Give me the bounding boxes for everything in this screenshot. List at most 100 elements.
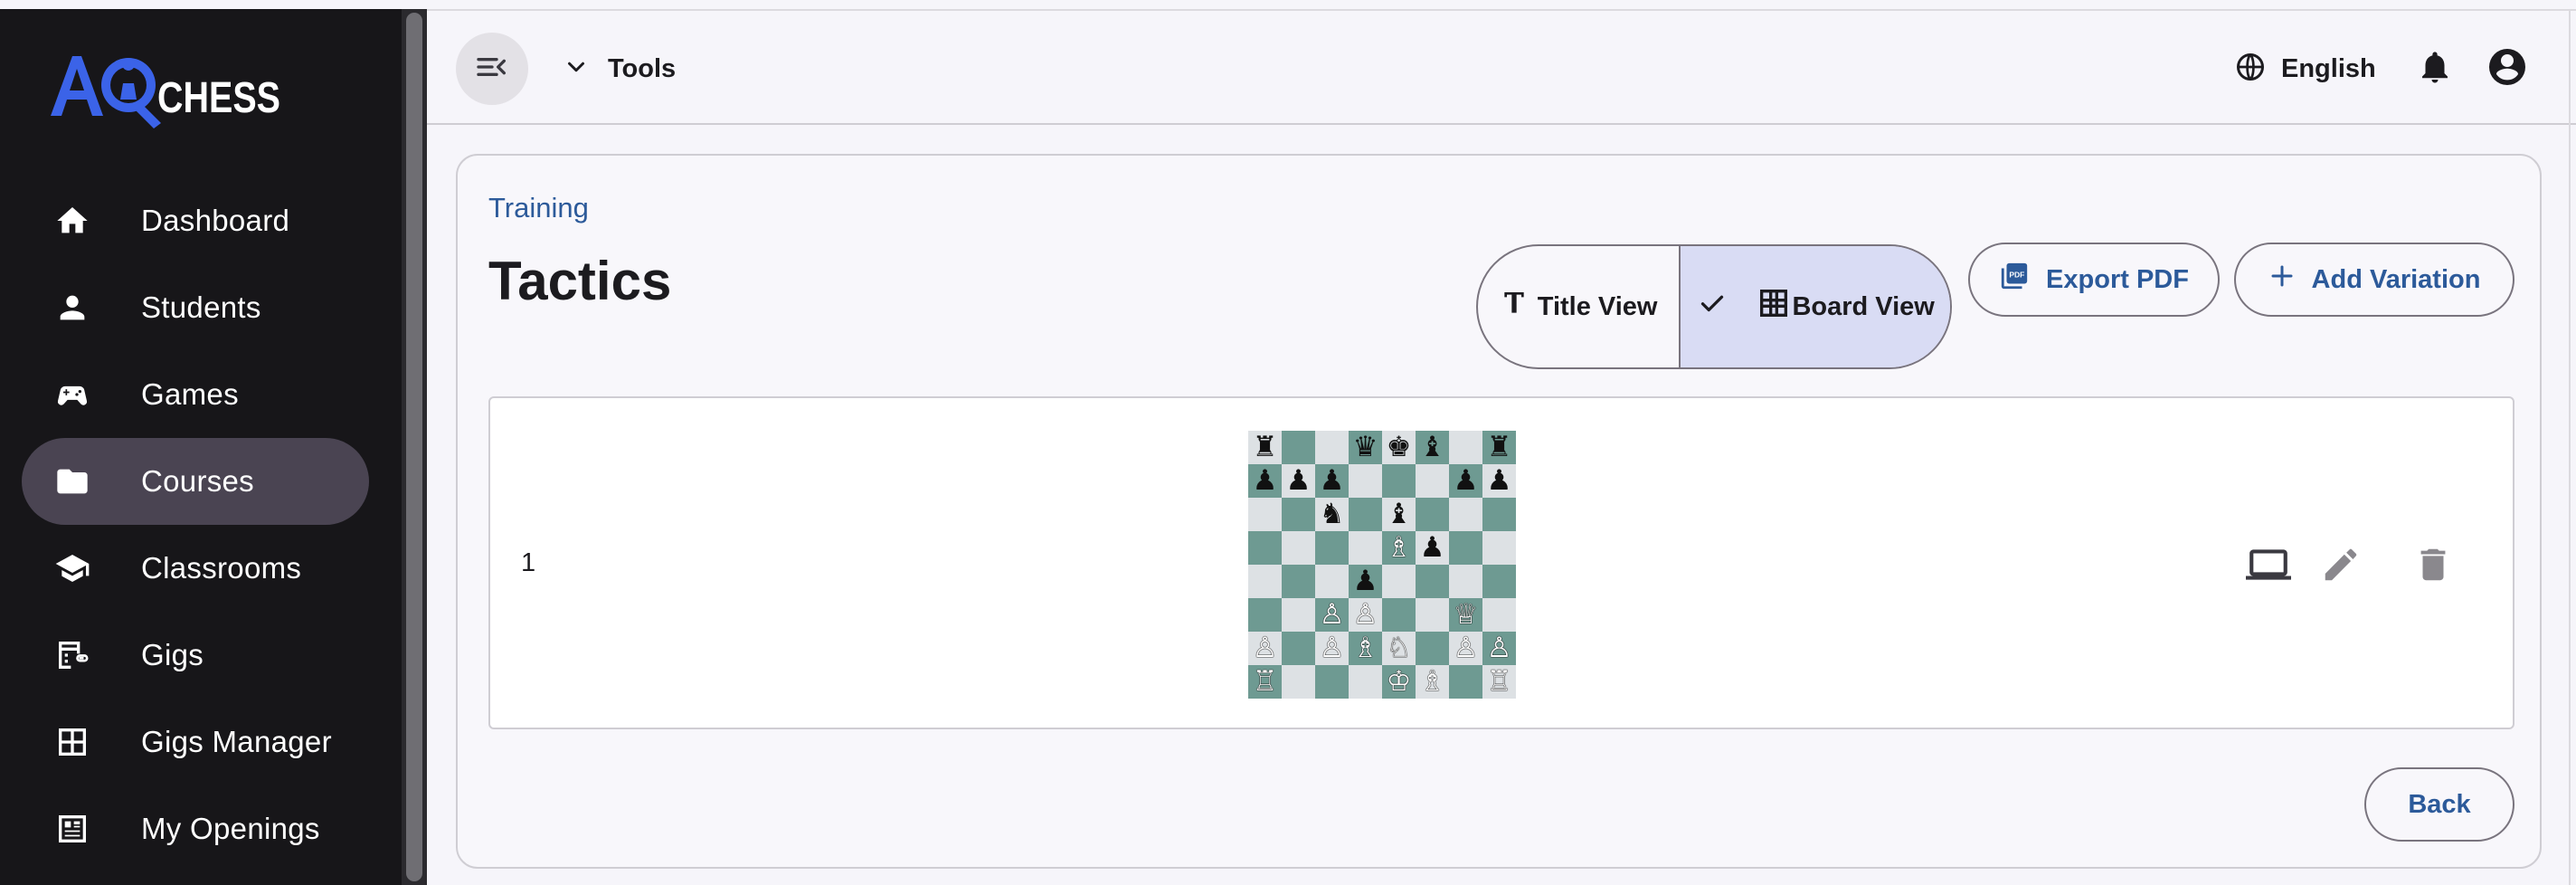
sidebar-item-label: Courses: [141, 464, 254, 498]
board-square[interactable]: [1315, 665, 1349, 699]
board-square[interactable]: [1449, 565, 1482, 598]
board-square[interactable]: ♙: [1449, 632, 1482, 665]
notifications-button[interactable]: [2413, 47, 2457, 90]
edit-button[interactable]: [2317, 543, 2364, 590]
board-square[interactable]: [1282, 565, 1315, 598]
board-square[interactable]: [1449, 498, 1482, 531]
chess-board[interactable]: ♜ ♛ ♚ ♝ ♜ ♟ ♟ ♟ ♟ ♟ ♞ ♝ ♗ ♟ ♟ ♙ ♙ ♕ ♙ ♙ ♗ ♘ ♙ ♙ ♖ ♔ ♗ ♖: [1248, 431, 1516, 699]
title-view-button[interactable]: Title View: [1478, 246, 1679, 367]
board-square[interactable]: ♟: [1349, 565, 1382, 598]
board-square[interactable]: ♙: [1315, 632, 1349, 665]
sidebar-item-label: Games: [141, 377, 239, 411]
board-square[interactable]: ♙: [1248, 632, 1282, 665]
board-square[interactable]: [1449, 531, 1482, 565]
board-square[interactable]: [1416, 598, 1449, 632]
board-square[interactable]: [1282, 431, 1315, 464]
board-square[interactable]: [1416, 498, 1449, 531]
language-selector[interactable]: English: [2234, 42, 2376, 96]
delete-button[interactable]: [2410, 543, 2457, 590]
board-square[interactable]: [1282, 498, 1315, 531]
board-square[interactable]: ♟: [1282, 464, 1315, 498]
board-square[interactable]: [1282, 598, 1315, 632]
board-square[interactable]: [1315, 531, 1349, 565]
board-square[interactable]: ♞: [1315, 498, 1349, 531]
sidebar-item-gigs[interactable]: Gigs: [22, 612, 369, 699]
sidebar-item-games[interactable]: Games: [22, 351, 369, 438]
board-square[interactable]: ♟: [1416, 531, 1449, 565]
board-square[interactable]: [1349, 531, 1382, 565]
board-square[interactable]: ♗: [1416, 665, 1449, 699]
board-square[interactable]: [1449, 665, 1482, 699]
variation-row[interactable]: 1 ♜ ♛ ♚ ♝ ♜ ♟ ♟ ♟ ♟ ♟ ♞ ♝ ♗ ♟ ♟ ♙ ♙ ♕ ♙ ♙ ♗ ♘ ♙ ♙ ♖ ♔ ♗ ♖: [488, 396, 2514, 729]
account-circle-icon: [2486, 45, 2529, 93]
board-square[interactable]: [1248, 598, 1282, 632]
board-square[interactable]: [1282, 632, 1315, 665]
board-square[interactable]: [1382, 565, 1416, 598]
board-square[interactable]: ♙: [1482, 632, 1516, 665]
sidebar-item-courses[interactable]: Courses: [22, 438, 369, 525]
board-square[interactable]: ♙: [1349, 598, 1382, 632]
board-square[interactable]: [1282, 665, 1315, 699]
board-square[interactable]: [1282, 531, 1315, 565]
board-square[interactable]: ♟: [1315, 464, 1349, 498]
breadcrumb[interactable]: Training: [488, 192, 589, 224]
board-view-button[interactable]: Board View: [1679, 246, 1950, 367]
board-square[interactable]: ♖: [1482, 665, 1516, 699]
board-square[interactable]: ♔: [1382, 665, 1416, 699]
board-square[interactable]: [1449, 431, 1482, 464]
back-button[interactable]: Back: [2364, 767, 2514, 842]
board-square[interactable]: ♕: [1449, 598, 1482, 632]
sidebar-scrollbar[interactable]: [402, 9, 427, 885]
board-square[interactable]: [1482, 598, 1516, 632]
board-square[interactable]: ♝: [1382, 498, 1416, 531]
board-square[interactable]: [1416, 632, 1449, 665]
board-square[interactable]: [1416, 565, 1449, 598]
board-square[interactable]: ♝: [1416, 431, 1449, 464]
present-button[interactable]: [2245, 543, 2292, 590]
board-square[interactable]: [1482, 531, 1516, 565]
app-logo[interactable]: CHESS: [49, 49, 284, 136]
board-square[interactable]: ♟: [1482, 464, 1516, 498]
board-square[interactable]: ♜: [1248, 431, 1282, 464]
board-square[interactable]: [1482, 498, 1516, 531]
board-square[interactable]: ♖: [1248, 665, 1282, 699]
board-square[interactable]: ♚: [1382, 431, 1416, 464]
sidebar-item-classrooms[interactable]: Classrooms: [22, 525, 369, 612]
sidebar-item-dashboard[interactable]: Dashboard: [22, 177, 369, 264]
board-square[interactable]: [1248, 498, 1282, 531]
folder-icon: [52, 462, 92, 501]
board-square[interactable]: [1416, 464, 1449, 498]
board-square[interactable]: ♘: [1382, 632, 1416, 665]
account-button[interactable]: [2484, 45, 2531, 92]
board-square[interactable]: [1382, 598, 1416, 632]
board-square[interactable]: [1349, 464, 1382, 498]
board-square[interactable]: ♟: [1449, 464, 1482, 498]
sidebar-item-my-openings[interactable]: My Openings: [22, 785, 369, 872]
board-square[interactable]: ♜: [1482, 431, 1516, 464]
board-square[interactable]: [1482, 565, 1516, 598]
openings-icon: [52, 809, 92, 849]
board-square[interactable]: [1382, 464, 1416, 498]
add-variation-button[interactable]: Add Variation: [2234, 243, 2514, 317]
board-square[interactable]: [1315, 565, 1349, 598]
school-icon: [52, 548, 92, 588]
gamepad-icon: [52, 375, 92, 414]
board-square[interactable]: ♛: [1349, 431, 1382, 464]
export-pdf-button[interactable]: PDF Export PDF: [1968, 243, 2220, 317]
board-square[interactable]: [1248, 565, 1282, 598]
sidebar-item-gigs-manager[interactable]: Gigs Manager: [22, 699, 369, 785]
scrollbar-thumb[interactable]: [406, 13, 422, 881]
board-square[interactable]: [1315, 431, 1349, 464]
edit-icon: [2320, 544, 2362, 590]
menu-toggle-button[interactable]: [456, 33, 528, 105]
board-square[interactable]: [1248, 531, 1282, 565]
board-square[interactable]: ♙: [1315, 598, 1349, 632]
board-square[interactable]: ♗: [1349, 632, 1382, 665]
board-square[interactable]: [1349, 498, 1382, 531]
board-square[interactable]: [1349, 665, 1382, 699]
tools-menu[interactable]: Tools: [563, 42, 676, 96]
board-square[interactable]: ♗: [1382, 531, 1416, 565]
sidebar-item-students[interactable]: Students: [22, 264, 369, 351]
black-bishop-icon: ♝: [1419, 431, 1445, 463]
board-square[interactable]: ♟: [1248, 464, 1282, 498]
